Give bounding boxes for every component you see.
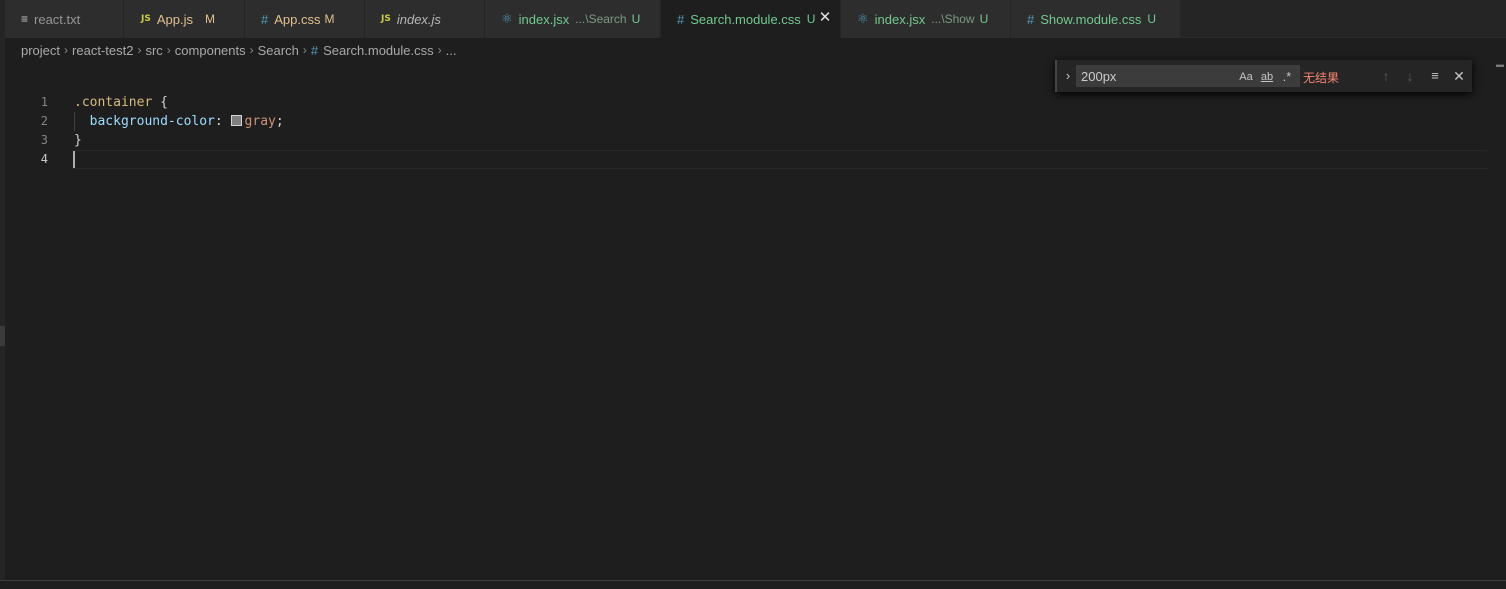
code-line: background-color: gray; [74,112,284,131]
line-number: 3 [40,133,48,147]
tab-app-js[interactable]: JS App.js M [124,0,245,38]
close-brace: } [74,133,82,148]
git-status-badge: M [324,12,335,26]
tab-label: index.jsx [874,11,926,27]
react-icon: ⚛ [501,11,513,26]
match-whole-word-icon[interactable]: ab [1258,69,1276,85]
tab-label: App.css [274,11,321,27]
line-number: 2 [40,114,48,128]
line-number-gutter: 1 2 3 4 [0,93,48,169]
css-value: gray [244,114,276,129]
tab-label: react.txt [34,11,81,27]
breadcrumb-item[interactable]: src [145,43,162,58]
css-icon: # [1027,11,1035,27]
breadcrumb-item[interactable]: components [175,43,246,58]
css-icon: # [310,42,319,58]
css-icon: # [677,11,685,27]
tab-label: index.jsx [518,11,570,27]
tab-search-module-css[interactable]: # Search.module.css U ✕ [661,0,841,38]
overview-ruler-mark: ▬ [1496,60,1504,69]
code-editor[interactable]: .container { background-color: gray; } [74,93,284,169]
tab-index-js[interactable]: JS index.js [365,0,485,38]
tab-label: index.js [396,11,441,27]
tab-label: Show.module.css [1040,11,1142,27]
tab-label: Search.module.css [690,11,801,27]
find-in-selection-icon[interactable]: ≡ [1426,67,1444,85]
chevron-right-icon: › [137,43,142,57]
activity-bar-edge [0,0,5,589]
tab-label: App.js [156,11,193,27]
tab-description: ...\Search [575,12,627,26]
find-result-status: 无结果 [1303,71,1340,85]
javascript-icon: JS [141,14,151,24]
next-match-arrow-down-icon[interactable]: ↓ [1401,67,1419,85]
chevron-right-icon: › [249,43,254,57]
git-status-badge: M [204,12,215,26]
tab-react-txt[interactable]: ≡ react.txt [5,0,124,38]
chevron-right-icon: › [302,43,307,57]
previous-match-arrow-up-icon[interactable]: ↑ [1377,67,1395,85]
color-swatch[interactable] [230,115,242,126]
chevron-right-icon: › [166,43,171,57]
code-line: .container { [74,93,284,112]
close-tab-icon[interactable]: ✕ [818,10,832,25]
tab-description: ...\Show [931,12,975,26]
css-selector: .container [74,95,153,110]
current-line-highlight [72,150,1487,169]
toggle-replace-chevron-icon[interactable]: › [1061,68,1075,84]
match-case-icon[interactable]: Aa [1237,69,1255,85]
breadcrumb-file[interactable]: Search.module.css [323,43,434,58]
breadcrumb-item[interactable]: react-test2 [72,43,133,58]
panel-area [0,581,1506,589]
git-status-badge: U [979,12,989,26]
chevron-right-icon: › [64,43,69,57]
text-cursor [73,151,75,168]
close-find-icon[interactable]: ✕ [1450,67,1468,85]
breadcrumb: project › react-test2 › src › components… [21,41,456,59]
css-icon: # [261,11,269,27]
react-icon: ⚛ [857,11,869,26]
open-brace: { [152,95,168,110]
line-number-current: 4 [40,152,48,166]
semicolon: ; [275,114,284,129]
line-number: 1 [40,95,48,109]
breadcrumb-item[interactable]: project [21,43,60,58]
colon: : [214,114,231,129]
git-status-badge: U [1147,12,1157,26]
git-status-badge: U [806,12,816,26]
text-file-icon: ≡ [21,12,29,26]
tab-bar-empty-area[interactable] [1181,0,1506,38]
find-widget: › Aa ab .* 无结果 ↑ ↓ ≡ ✕ [1055,60,1472,92]
tab-show-module-css[interactable]: # Show.module.css U [1011,0,1181,38]
css-property: background-color [89,114,215,129]
tab-app-css[interactable]: # App.css M [245,0,365,38]
code-line: } [74,131,284,150]
tab-index-jsx-search[interactable]: ⚛ index.jsx ...\Search U [485,0,661,38]
tab-bar: ≡ react.txt JS App.js M # App.css M JS i… [5,0,1506,38]
breadcrumb-more[interactable]: ... [446,43,457,58]
breadcrumb-item[interactable]: Search [258,43,299,58]
chevron-right-icon: › [437,43,442,57]
regex-icon[interactable]: .* [1279,69,1295,85]
tab-index-jsx-show[interactable]: ⚛ index.jsx ...\Show U [841,0,1011,38]
git-status-badge: U [631,12,641,26]
sash-handle[interactable] [0,326,5,346]
javascript-icon: JS [381,14,391,24]
